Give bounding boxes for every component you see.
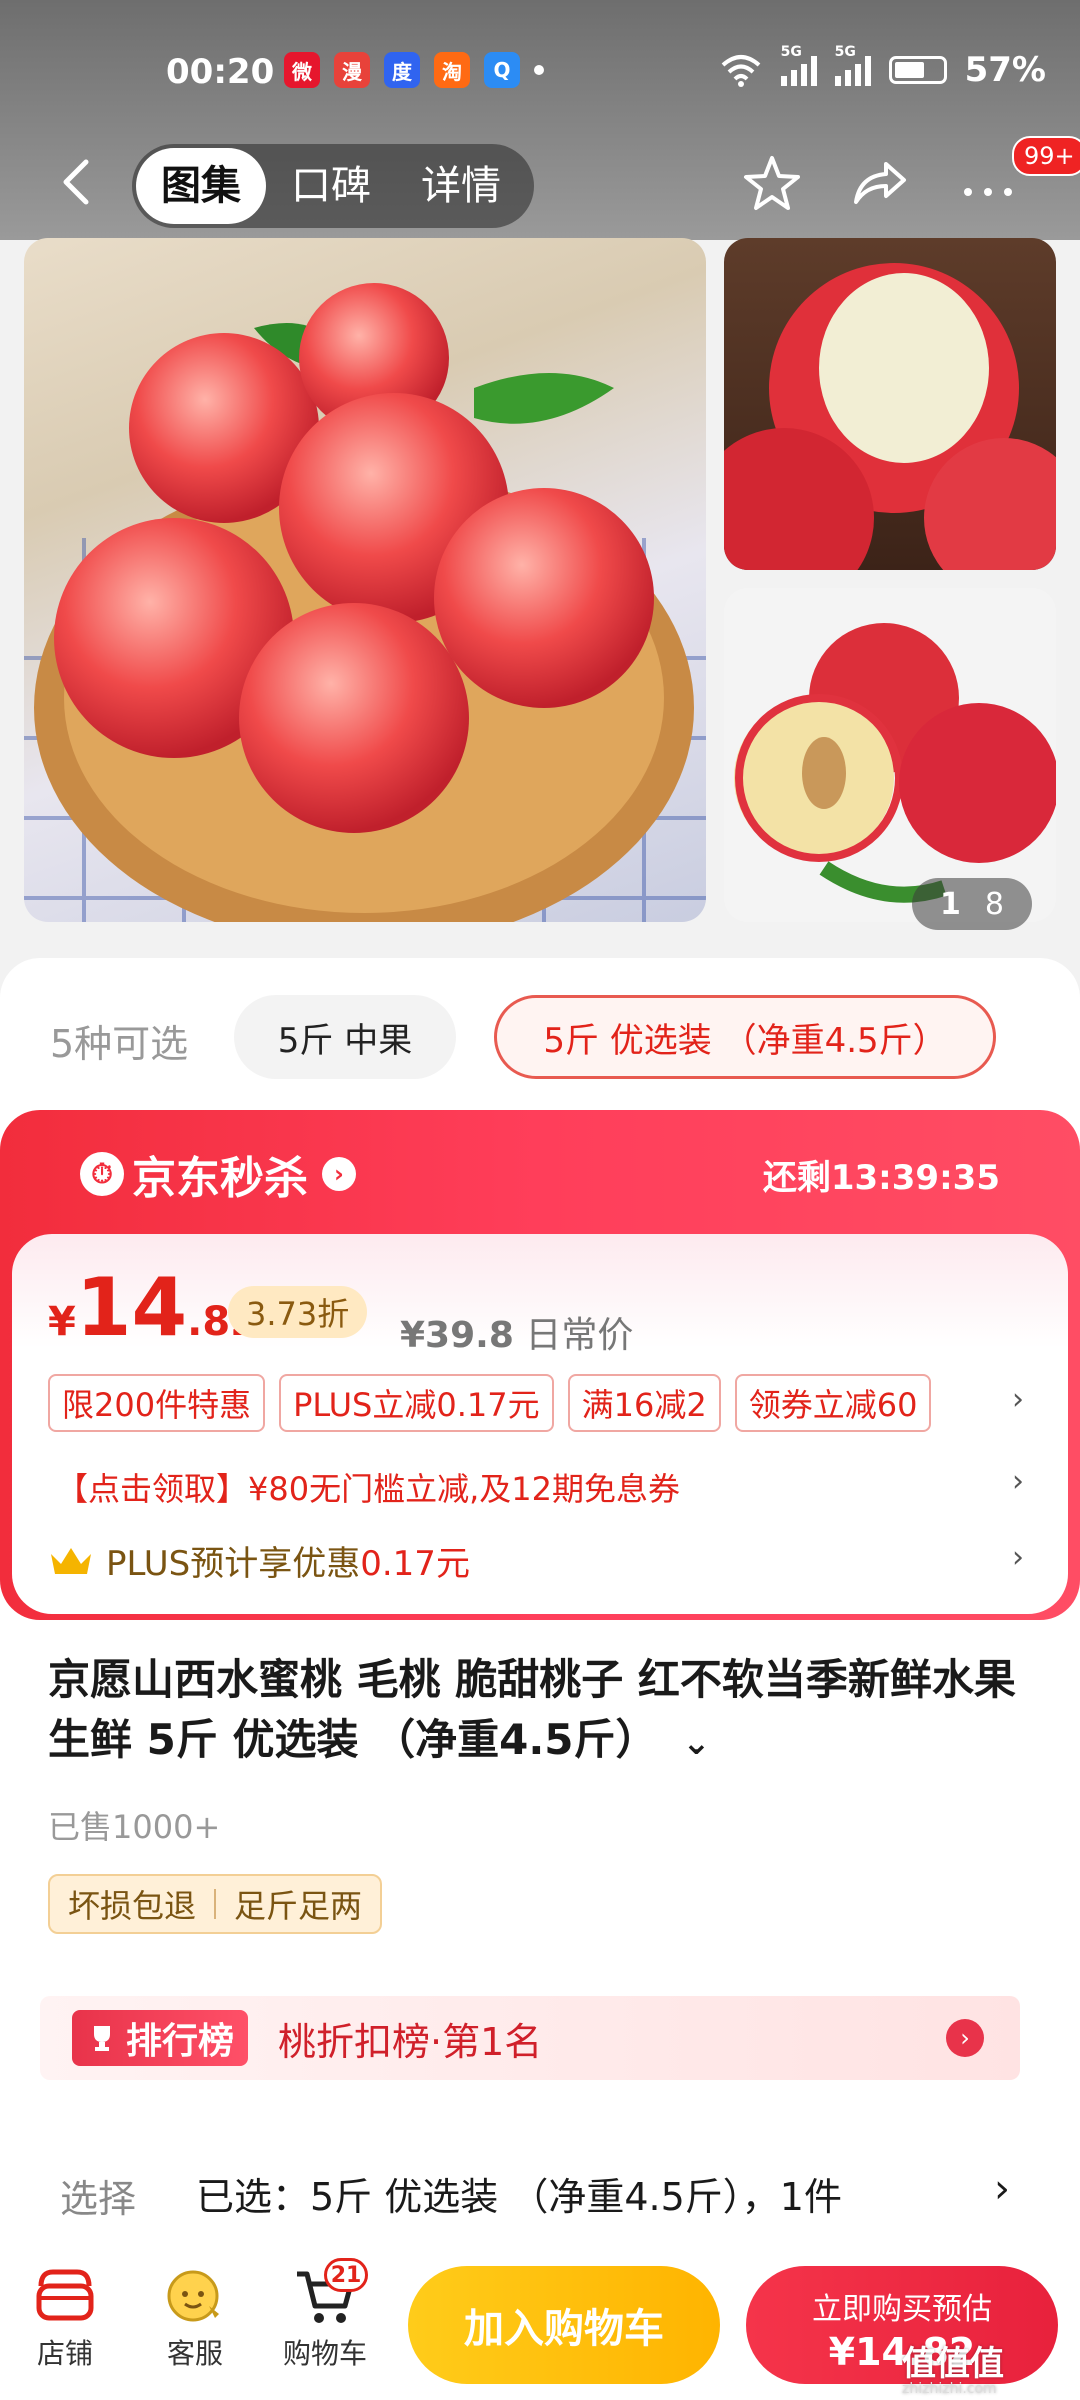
favorite-star-icon[interactable] (740, 152, 804, 216)
service-tag: 足斤足两 (234, 1887, 363, 1925)
back-arrow-icon[interactable] (52, 156, 104, 208)
ranking-text: 桃折扣榜·第1名 (278, 2019, 543, 2064)
pager-total: 8 (984, 886, 1004, 922)
pager-current: 1 (940, 886, 961, 922)
tab-reviews[interactable]: 口碑 (266, 148, 396, 224)
chevron-right-icon[interactable]: › (994, 2166, 1010, 2212)
add-to-cart-button[interactable]: 加入购物车 (408, 2266, 720, 2384)
service-tag: 坏损包退 (68, 1887, 197, 1925)
original-price-value: ¥39.8 (400, 1315, 514, 1356)
product-gallery[interactable] (24, 238, 1056, 922)
chevron-right-icon[interactable]: › (1012, 1464, 1024, 1499)
wifi-icon (721, 55, 760, 87)
seckill-label: 京东秒杀 (132, 1153, 308, 1204)
chevron-right-icon[interactable]: › (1012, 1540, 1024, 1575)
select-label: 选择 (60, 2177, 137, 2221)
customer-service-label: 客服 (166, 2337, 223, 2370)
status-indicators: 5G 5G 57% (719, 44, 1046, 90)
more-menu-icon[interactable] (956, 152, 1020, 216)
chevron-right-icon[interactable]: › (1012, 1382, 1024, 1417)
selected-spec[interactable]: 已选：5斤 优选装 （净重4.5斤），1件 (196, 2166, 842, 2221)
more-notifications-dot (534, 65, 544, 75)
coupon-claim-row[interactable]: 【点击领取】¥80无门槛立减,及12期免息券 (56, 1464, 680, 1510)
chevron-right-icon: › (322, 1157, 356, 1191)
plus-benefit-row[interactable]: PLUS预计享优惠 0.17元 (48, 1536, 470, 1585)
seckill-header[interactable]: ⏱ 京东秒杀 › (80, 1142, 356, 1206)
plus-benefit-amount: 0.17元 (360, 1544, 470, 1584)
signal-icon-1: 5G (780, 44, 817, 86)
network-type-1: 5G (780, 44, 802, 60)
peach-plate-illustration (24, 283, 706, 922)
thumbnail-cut-peach[interactable] (724, 238, 1056, 570)
price-symbol: ¥ (48, 1299, 76, 1345)
taobao-icon: 淘 (434, 52, 470, 88)
original-price: ¥39.8 日常价 (400, 1306, 633, 1358)
current-price: ¥ 14 .82 (48, 1268, 258, 1348)
promo-tags[interactable]: 限200件特惠 PLUS立减0.17元 满16减2 领券立减60 (48, 1374, 932, 1432)
buy-now-label: 立即购买预估 (812, 2292, 992, 2327)
cart-label: 购物车 (282, 2337, 367, 2370)
watermark-subtext: zhizhizhi.com (902, 2381, 997, 2397)
seckill-logo-icon: ⏱ (80, 1152, 124, 1196)
main-product-image[interactable] (24, 238, 706, 922)
watermark-text: 值值值 (902, 2344, 1004, 2384)
seckill-countdown: 还剩13:39:35 (762, 1158, 1000, 1198)
message-badge: 99+ (1012, 136, 1080, 176)
promo-tag[interactable]: PLUS立减0.17元 (279, 1374, 554, 1432)
customer-service-icon (167, 2270, 219, 2322)
shop-icon (36, 2269, 94, 2321)
notification-icons: 微 漫 度 淘 Q (284, 52, 544, 88)
variant-selector: 5种可选 5斤 中果 5斤 优选装 （净重4.5斤） (0, 985, 1080, 1085)
share-icon[interactable] (848, 152, 912, 216)
thumbnail-halved-peach[interactable] (724, 588, 1056, 922)
chevron-down-icon[interactable]: ⌄ (682, 1723, 711, 1763)
manhua-icon: 漫 (334, 52, 370, 88)
cut-peach-illustration (724, 263, 1056, 570)
plus-benefit-label: PLUS预计享优惠 (106, 1544, 361, 1584)
promo-tag[interactable]: 领券立减60 (734, 1374, 932, 1432)
variant-count: 5种可选 (50, 1022, 189, 1066)
chevron-right-icon[interactable]: › (946, 2019, 984, 2057)
tab-gallery[interactable]: 图集 (136, 148, 266, 224)
ranking-badge: 排行榜 (72, 2010, 249, 2066)
cart-count-badge: 21 (324, 2258, 368, 2292)
discount-badge: 3.73折 (228, 1286, 368, 1338)
ranking-badge-label: 排行榜 (126, 2021, 235, 2062)
ranking-row[interactable]: 排行榜 桃折扣榜·第1名 › (40, 1996, 1020, 2080)
network-type-2: 5G (834, 44, 856, 60)
product-title[interactable]: 京愿山西水蜜桃 毛桃 脆甜桃子 红不软当季新鲜水果生鲜 5斤 优选装 （净重4.… (48, 1650, 1038, 1773)
sold-count: 已售1000+ (48, 1808, 221, 1846)
weibo-icon: 微 (284, 52, 320, 88)
view-tabs: 图集 口碑 详情 (132, 144, 534, 228)
signal-icon-2: 5G (834, 44, 871, 86)
original-price-label: 日常价 (525, 1315, 634, 1356)
search-app-icon: Q (484, 52, 520, 88)
shop-button[interactable]: 店铺 (10, 2266, 120, 2372)
status-time: 00:20 (166, 52, 275, 92)
crown-icon (51, 1547, 91, 1574)
trophy-icon (94, 2026, 110, 2051)
nav-bar: 图集 口碑 详情 99+ (0, 136, 1080, 228)
tab-details[interactable]: 详情 (396, 148, 526, 224)
variant-option-premium[interactable]: 5斤 优选装 （净重4.5斤） (494, 995, 996, 1079)
gallery-pager: 1 8 (912, 878, 1032, 930)
promo-tag[interactable]: 限200件特惠 (48, 1374, 266, 1432)
battery-icon (888, 56, 947, 84)
promo-tag[interactable]: 满16减2 (567, 1374, 721, 1432)
price-integer: 14 (75, 1261, 188, 1354)
baidu-icon: 度 (384, 52, 420, 88)
customer-service-button[interactable]: 客服 (140, 2266, 250, 2372)
battery-percent: 57% (964, 50, 1046, 90)
shop-label: 店铺 (36, 2337, 93, 2370)
variant-option-medium[interactable]: 5斤 中果 (234, 995, 456, 1079)
halved-peach-illustration (734, 623, 1056, 903)
site-watermark: 值值值 zhizhizhi.com (902, 2336, 1004, 2397)
service-guarantees[interactable]: 坏损包退 足斤足两 (48, 1874, 383, 1934)
product-title-text: 京愿山西水蜜桃 毛桃 脆甜桃子 红不软当季新鲜水果生鲜 5斤 优选装 （净重4.… (48, 1655, 1016, 1764)
status-bar: 00:20 微 漫 度 淘 Q 5G 5G 57% (0, 0, 1080, 140)
